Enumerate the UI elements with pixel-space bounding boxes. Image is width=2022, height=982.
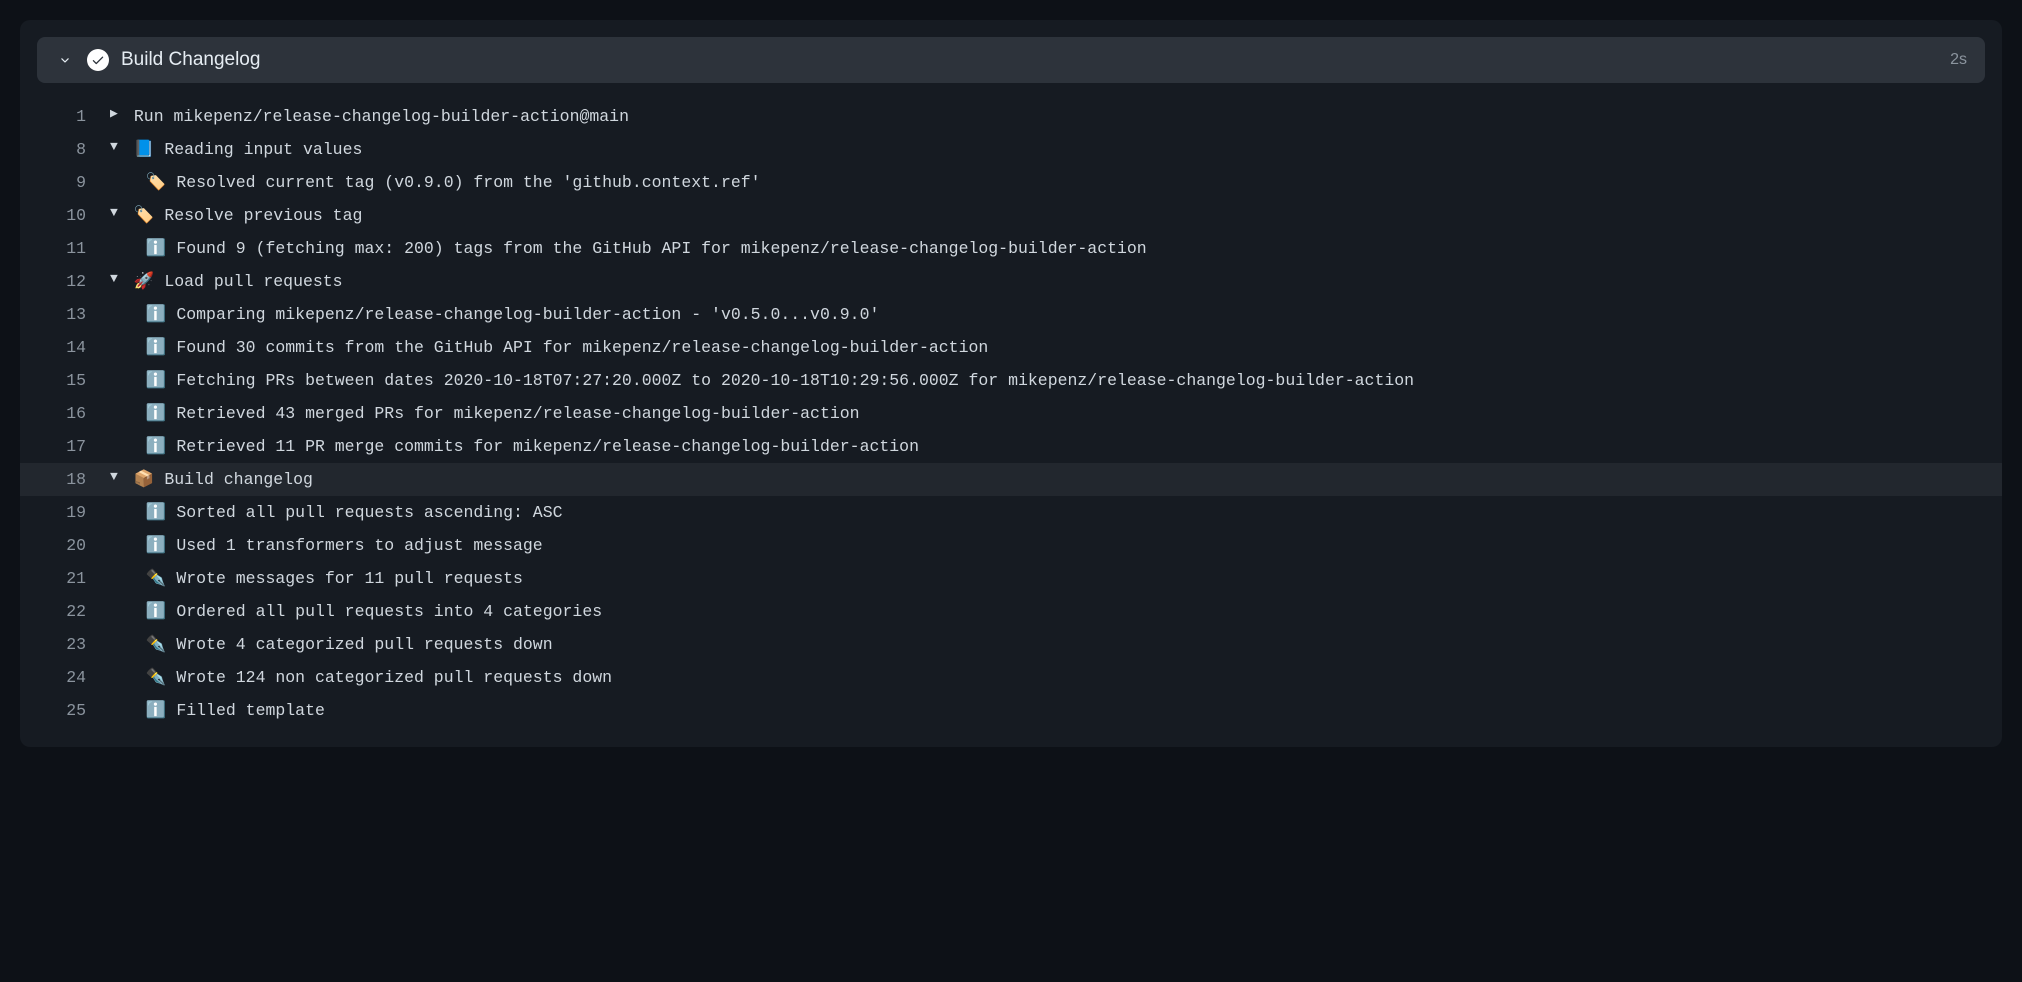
- line-number[interactable]: 25: [37, 694, 110, 727]
- log-body: 1▶ Run mikepenz/release-changelog-builde…: [20, 100, 2002, 727]
- line-content: ▼ 📘 Reading input values: [110, 133, 1985, 166]
- line-text: Run mikepenz/release-changelog-builder-a…: [124, 100, 629, 133]
- line-text: ℹ️ Fetching PRs between dates 2020-10-18…: [124, 364, 1414, 397]
- line-text: ℹ️ Retrieved 11 PR merge commits for mik…: [124, 430, 919, 463]
- line-content: 🏷️ Resolved current tag (v0.9.0) from th…: [110, 166, 1985, 199]
- line-number[interactable]: 10: [37, 199, 110, 232]
- line-content: ℹ️ Filled template: [110, 694, 1985, 727]
- line-text: 📦 Build changelog: [124, 463, 313, 496]
- log-line[interactable]: 1▶ Run mikepenz/release-changelog-builde…: [20, 100, 2002, 133]
- log-line[interactable]: 22 ℹ️ Ordered all pull requests into 4 c…: [20, 595, 2002, 628]
- line-text: ℹ️ Filled template: [124, 694, 325, 727]
- fold-expanded-icon[interactable]: ▼: [110, 199, 124, 226]
- line-number[interactable]: 12: [37, 265, 110, 298]
- log-line[interactable]: 23 ✒️ Wrote 4 categorized pull requests …: [20, 628, 2002, 661]
- line-text: ℹ️ Found 9 (fetching max: 200) tags from…: [124, 232, 1147, 265]
- line-content: ▶ Run mikepenz/release-changelog-builder…: [110, 100, 1985, 133]
- line-content: ✒️ Wrote 124 non categorized pull reques…: [110, 661, 1985, 694]
- line-content: ℹ️ Retrieved 43 merged PRs for mikepenz/…: [110, 397, 1985, 430]
- line-text: ℹ️ Found 30 commits from the GitHub API …: [124, 331, 988, 364]
- step-header[interactable]: Build Changelog 2s: [37, 37, 1985, 83]
- line-text: 📘 Reading input values: [124, 133, 362, 166]
- line-content: ℹ️ Used 1 transformers to adjust message: [110, 529, 1985, 562]
- line-content: ℹ️ Retrieved 11 PR merge commits for mik…: [110, 430, 1985, 463]
- line-number[interactable]: 18: [37, 463, 110, 496]
- log-line[interactable]: 14 ℹ️ Found 30 commits from the GitHub A…: [20, 331, 2002, 364]
- line-number[interactable]: 9: [37, 166, 110, 199]
- fold-expanded-icon[interactable]: ▼: [110, 463, 124, 490]
- log-line[interactable]: 11 ℹ️ Found 9 (fetching max: 200) tags f…: [20, 232, 2002, 265]
- line-content: ℹ️ Found 30 commits from the GitHub API …: [110, 331, 1985, 364]
- fold-expanded-icon[interactable]: ▼: [110, 265, 124, 292]
- log-line[interactable]: 24 ✒️ Wrote 124 non categorized pull req…: [20, 661, 2002, 694]
- step-duration: 2s: [1950, 51, 1967, 69]
- line-content: ▼ 🏷️ Resolve previous tag: [110, 199, 1985, 232]
- line-content: ℹ️ Comparing mikepenz/release-changelog-…: [110, 298, 1985, 331]
- line-text: 🏷️ Resolved current tag (v0.9.0) from th…: [124, 166, 761, 199]
- line-content: ℹ️ Ordered all pull requests into 4 cate…: [110, 595, 1985, 628]
- line-text: ℹ️ Sorted all pull requests ascending: A…: [124, 496, 563, 529]
- fold-expanded-icon[interactable]: ▼: [110, 133, 124, 160]
- line-content: ℹ️ Fetching PRs between dates 2020-10-18…: [110, 364, 1985, 397]
- log-line[interactable]: 10▼ 🏷️ Resolve previous tag: [20, 199, 2002, 232]
- line-number[interactable]: 22: [37, 595, 110, 628]
- line-text: ℹ️ Used 1 transformers to adjust message: [124, 529, 543, 562]
- collapse-toggle-icon[interactable]: [55, 50, 75, 70]
- line-number[interactable]: 1: [37, 100, 110, 133]
- log-panel: Build Changelog 2s 1▶ Run mikepenz/relea…: [20, 20, 2002, 747]
- line-content: ✒️ Wrote 4 categorized pull requests dow…: [110, 628, 1985, 661]
- line-content: ▼ 🚀 Load pull requests: [110, 265, 1985, 298]
- line-number[interactable]: 19: [37, 496, 110, 529]
- line-number[interactable]: 20: [37, 529, 110, 562]
- line-text: ℹ️ Comparing mikepenz/release-changelog-…: [124, 298, 879, 331]
- line-number[interactable]: 8: [37, 133, 110, 166]
- log-line[interactable]: 12▼ 🚀 Load pull requests: [20, 265, 2002, 298]
- line-text: ℹ️ Retrieved 43 merged PRs for mikepenz/…: [124, 397, 860, 430]
- line-number[interactable]: 14: [37, 331, 110, 364]
- log-line[interactable]: 19 ℹ️ Sorted all pull requests ascending…: [20, 496, 2002, 529]
- log-line[interactable]: 15 ℹ️ Fetching PRs between dates 2020-10…: [20, 364, 2002, 397]
- log-line[interactable]: 13 ℹ️ Comparing mikepenz/release-changel…: [20, 298, 2002, 331]
- line-text: ✒️ Wrote messages for 11 pull requests: [124, 562, 523, 595]
- line-content: ▼ 📦 Build changelog: [110, 463, 1985, 496]
- log-line[interactable]: 20 ℹ️ Used 1 transformers to adjust mess…: [20, 529, 2002, 562]
- log-line[interactable]: 16 ℹ️ Retrieved 43 merged PRs for mikepe…: [20, 397, 2002, 430]
- line-text: ✒️ Wrote 124 non categorized pull reques…: [124, 661, 612, 694]
- step-title: Build Changelog: [121, 49, 1938, 71]
- status-success-icon: [87, 49, 109, 71]
- line-number[interactable]: 24: [37, 661, 110, 694]
- log-line[interactable]: 21 ✒️ Wrote messages for 11 pull request…: [20, 562, 2002, 595]
- fold-collapsed-icon[interactable]: ▶: [110, 100, 124, 127]
- log-line[interactable]: 8▼ 📘 Reading input values: [20, 133, 2002, 166]
- line-number[interactable]: 21: [37, 562, 110, 595]
- line-number[interactable]: 17: [37, 430, 110, 463]
- line-number[interactable]: 16: [37, 397, 110, 430]
- line-text: 🚀 Load pull requests: [124, 265, 343, 298]
- line-number[interactable]: 13: [37, 298, 110, 331]
- log-line[interactable]: 25 ℹ️ Filled template: [20, 694, 2002, 727]
- line-number[interactable]: 11: [37, 232, 110, 265]
- line-text: ✒️ Wrote 4 categorized pull requests dow…: [124, 628, 553, 661]
- line-text: ℹ️ Ordered all pull requests into 4 cate…: [124, 595, 602, 628]
- log-line[interactable]: 17 ℹ️ Retrieved 11 PR merge commits for …: [20, 430, 2002, 463]
- log-line[interactable]: 18▼ 📦 Build changelog: [20, 463, 2002, 496]
- line-number[interactable]: 23: [37, 628, 110, 661]
- line-text: 🏷️ Resolve previous tag: [124, 199, 362, 232]
- log-line[interactable]: 9 🏷️ Resolved current tag (v0.9.0) from …: [20, 166, 2002, 199]
- line-content: ℹ️ Sorted all pull requests ascending: A…: [110, 496, 1985, 529]
- line-content: ℹ️ Found 9 (fetching max: 200) tags from…: [110, 232, 1985, 265]
- line-number[interactable]: 15: [37, 364, 110, 397]
- line-content: ✒️ Wrote messages for 11 pull requests: [110, 562, 1985, 595]
